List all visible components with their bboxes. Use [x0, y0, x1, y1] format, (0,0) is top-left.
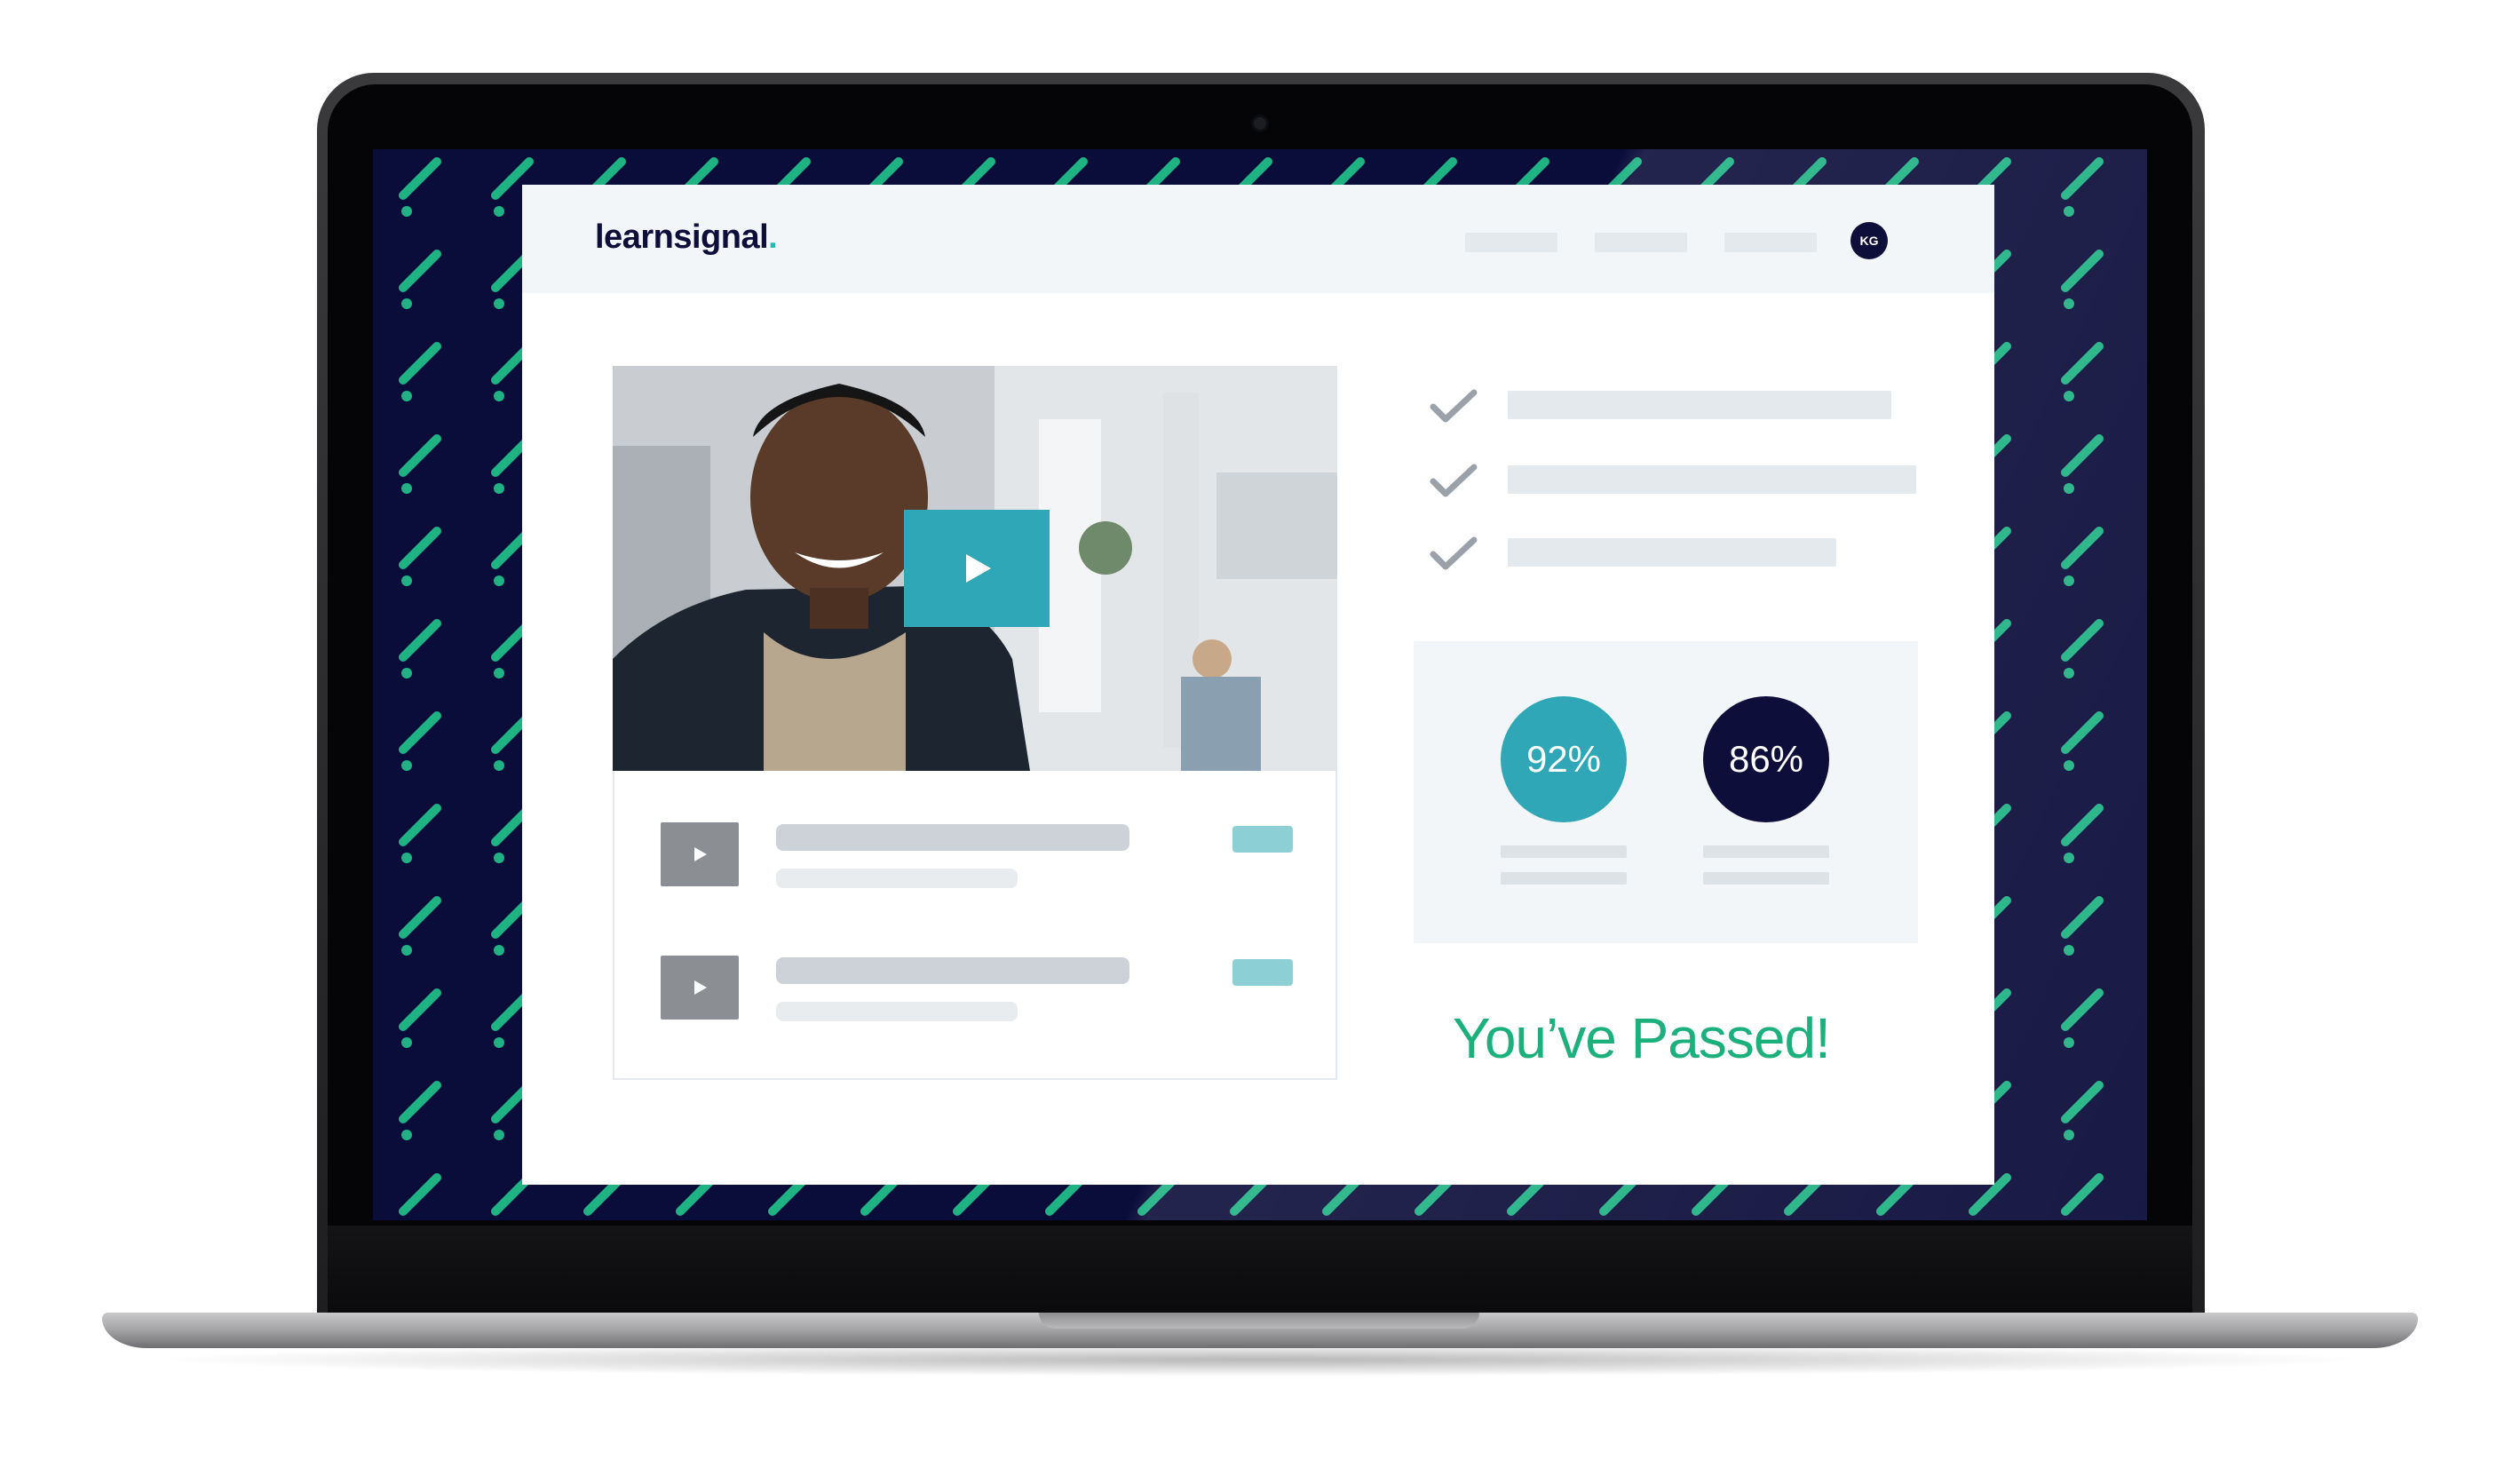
lesson-badge — [1232, 959, 1293, 986]
check-icon — [1430, 464, 1478, 497]
webcam — [1254, 117, 1266, 130]
checklist-item — [1508, 465, 1916, 494]
check-icon — [1430, 389, 1478, 423]
brand-name: learnsignal — [595, 218, 769, 256]
lesson-subtitle — [776, 869, 1018, 888]
play-icon — [966, 554, 991, 583]
brand-dot: . — [768, 218, 778, 256]
check-icon — [1430, 536, 1478, 570]
score-label — [1703, 845, 1829, 858]
video-play-button[interactable] — [904, 510, 1050, 627]
lesson-play-button[interactable] — [661, 822, 739, 886]
play-icon — [694, 980, 707, 995]
play-icon — [694, 847, 707, 861]
lesson-title[interactable] — [776, 957, 1129, 984]
checklist-item — [1508, 538, 1836, 567]
video-card — [613, 366, 1337, 1080]
lesson-badge — [1232, 826, 1293, 853]
nav-item-1[interactable] — [1465, 233, 1557, 252]
user-avatar[interactable]: KG — [1850, 222, 1888, 259]
brand-logo[interactable]: learnsignal. — [595, 218, 778, 257]
lesson-play-button[interactable] — [661, 956, 739, 1020]
score-label — [1501, 845, 1627, 858]
score-circle-1: 92% — [1501, 696, 1627, 822]
laptop-notch — [1039, 1313, 1479, 1329]
laptop-chin — [328, 1226, 2192, 1318]
app-header: learnsignal. KG — [522, 185, 1994, 293]
lesson-subtitle — [776, 1002, 1018, 1021]
score-panel: 92% 86% — [1414, 641, 1918, 943]
checklist-item — [1508, 391, 1891, 419]
result-message: You’ve Passed! — [1453, 1006, 1831, 1070]
score-sublabel — [1501, 872, 1627, 885]
score-sublabel — [1703, 872, 1829, 885]
video-thumbnail[interactable] — [613, 366, 1337, 771]
score-circle-2: 86% — [1703, 696, 1829, 822]
nav-item-3[interactable] — [1724, 233, 1817, 252]
laptop-screen: learnsignal. KG 92% 86% You’ve Passed! — [373, 149, 2147, 1220]
nav-item-2[interactable] — [1595, 233, 1687, 252]
app-window: learnsignal. KG 92% 86% You’ve Passed! — [522, 185, 1994, 1185]
lesson-title[interactable] — [776, 824, 1129, 851]
